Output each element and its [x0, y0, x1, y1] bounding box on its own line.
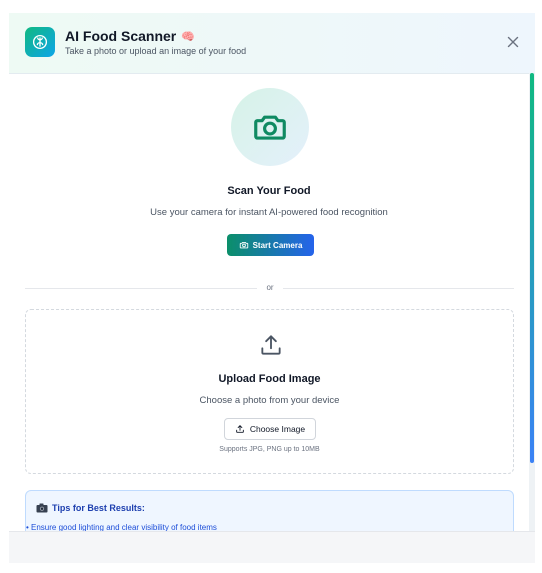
choose-image-button[interactable]: Choose Image	[224, 418, 316, 440]
start-camera-label: Start Camera	[252, 240, 303, 250]
start-camera-button[interactable]: Start Camera	[227, 234, 314, 256]
camera-emoji-icon	[36, 503, 48, 513]
scanner-modal: AI Food Scanner 🧠 Take a photo or upload…	[9, 13, 535, 563]
tips-title: Tips for Best Results:	[36, 503, 145, 513]
camera-icon	[254, 115, 286, 140]
brain-emoji-icon: 🧠	[181, 30, 195, 43]
upload-small-icon	[236, 425, 244, 433]
upload-dropzone[interactable]: Upload Food Image Choose a photo from yo…	[25, 309, 514, 474]
scrollbar-thumb[interactable]	[530, 73, 534, 463]
divider-left	[25, 288, 257, 289]
upload-icon	[258, 332, 284, 358]
choose-image-label: Choose Image	[249, 424, 306, 434]
modal-footer	[9, 531, 535, 563]
scrollbar[interactable]	[529, 73, 535, 545]
scan-description: Use your camera for instant AI-powered f…	[150, 207, 388, 218]
upload-description: Choose a photo from your device	[199, 395, 340, 406]
scan-title: Scan Your Food	[227, 185, 311, 197]
brain-icon	[25, 27, 55, 57]
camera-icon-circle	[231, 88, 309, 166]
modal-title: AI Food Scanner 🧠	[65, 28, 195, 44]
modal-header: AI Food Scanner 🧠 Take a photo or upload…	[9, 13, 535, 74]
supported-formats: Supports JPG, PNG up to 10MB	[219, 446, 320, 453]
camera-small-icon	[239, 241, 248, 249]
upload-title: Upload Food Image	[218, 373, 321, 385]
modal-subtitle: Take a photo or upload an image of your …	[65, 46, 247, 56]
divider-label: or	[266, 283, 274, 292]
modal-title-text: AI Food Scanner	[65, 28, 177, 44]
tips-title-text: Tips for Best Results:	[52, 503, 145, 513]
close-icon[interactable]	[505, 34, 521, 50]
divider-right	[283, 288, 514, 289]
